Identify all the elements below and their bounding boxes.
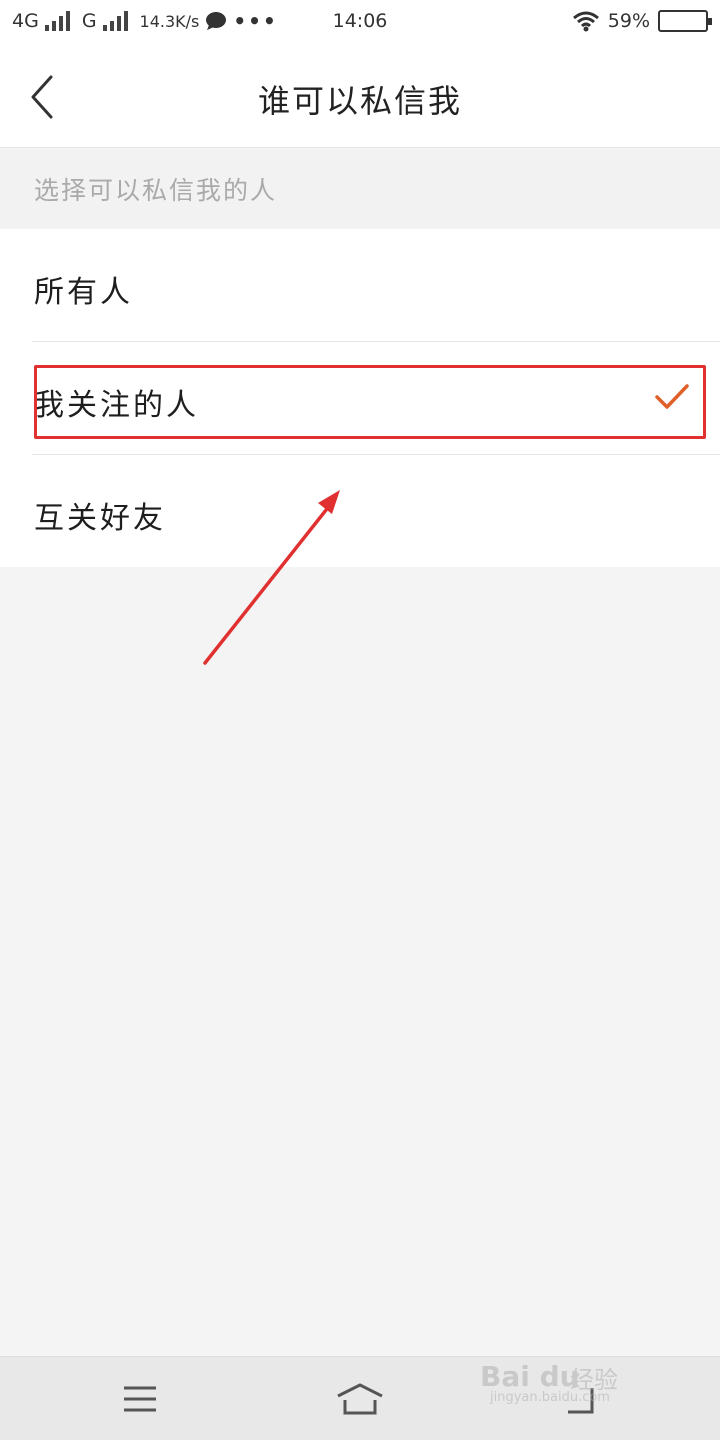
option-label: 所有人 xyxy=(34,275,133,310)
back-icon xyxy=(568,1388,594,1414)
status-right: 59% xyxy=(572,10,712,32)
system-nav-bar: Bai du 经验 jingyan.baidu.com xyxy=(0,1356,720,1440)
home-button[interactable] xyxy=(330,1375,390,1423)
battery-percent: 59% xyxy=(607,10,650,32)
options-list: 所有人 我关注的人 互关好友 xyxy=(0,229,720,567)
option-following[interactable]: 我关注的人 xyxy=(0,342,720,455)
option-everyone[interactable]: 所有人 xyxy=(0,229,720,342)
wifi-icon xyxy=(572,11,599,32)
option-label: 我关注的人 xyxy=(34,388,199,423)
system-back-button[interactable] xyxy=(550,1375,610,1423)
home-icon xyxy=(337,1383,383,1415)
page-title: 谁可以私信我 xyxy=(257,82,462,120)
network-speed: 14.3K/s xyxy=(139,11,200,31)
checkmark-icon xyxy=(655,384,689,409)
option-mutual-friends[interactable]: 互关好友 xyxy=(0,455,720,568)
battery-icon xyxy=(658,10,712,32)
network-label-4g: 4G xyxy=(12,10,39,32)
status-bar: 4G G 14.3K/s ••• 14:06 59% xyxy=(0,0,720,46)
section-header: 选择可以私信我的人 xyxy=(0,149,720,229)
network-label-g: G xyxy=(81,10,97,32)
nav-bar: 谁可以私信我 xyxy=(0,46,720,148)
option-label: 互关好友 xyxy=(34,501,166,536)
status-left: 4G G 14.3K/s ••• xyxy=(12,10,278,32)
signal-icon xyxy=(102,11,128,31)
section-header-label: 选择可以私信我的人 xyxy=(34,176,278,205)
screen: 4G G 14.3K/s ••• 14:06 59% 谁可以私信我 选择可以私信… xyxy=(0,0,720,1440)
more-notifications-icon: ••• xyxy=(233,9,278,33)
menu-button[interactable] xyxy=(110,1375,170,1423)
chat-icon xyxy=(206,12,227,30)
signal-icon xyxy=(44,11,70,31)
menu-icon xyxy=(124,1386,156,1412)
